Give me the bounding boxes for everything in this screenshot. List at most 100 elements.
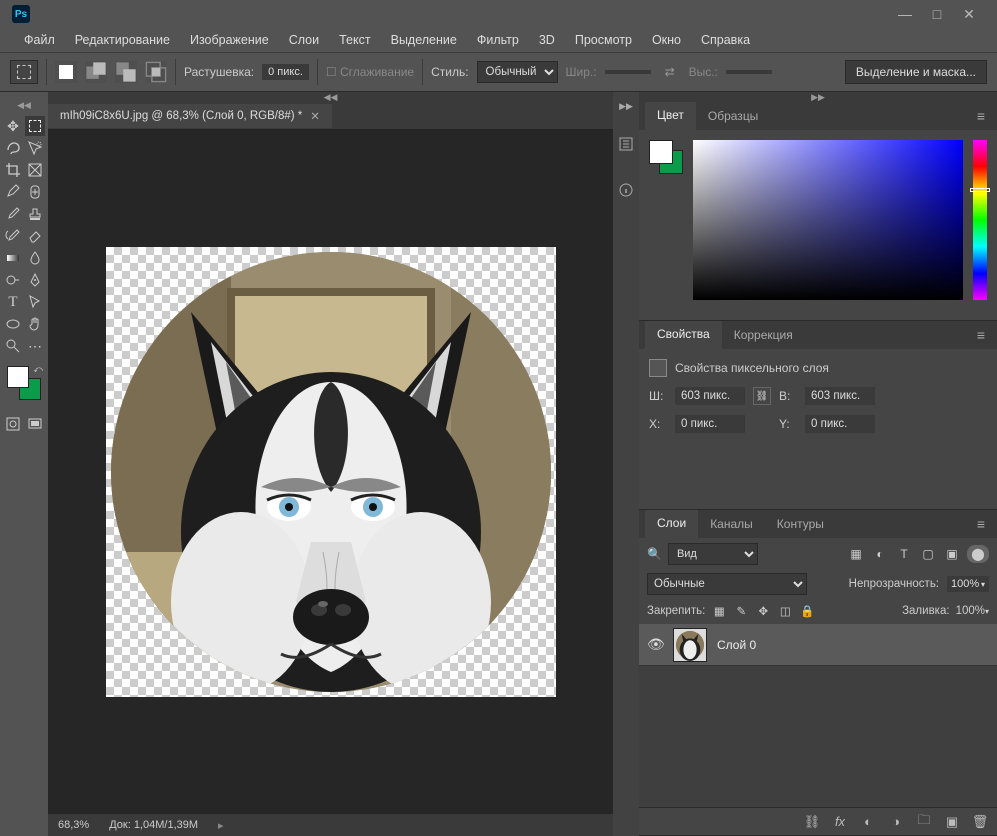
- menu-3d[interactable]: 3D: [529, 30, 565, 50]
- close-button[interactable]: ✕: [953, 2, 985, 26]
- filter-toggle-icon[interactable]: ⬤: [967, 545, 989, 563]
- menu-filter[interactable]: Фильтр: [467, 30, 529, 50]
- layer-name[interactable]: Слой 0: [717, 638, 756, 652]
- link-wh-icon[interactable]: ⛓: [753, 387, 771, 405]
- color-swatch[interactable]: ⤺: [7, 366, 41, 400]
- move-tool-icon[interactable]: ✥: [3, 116, 23, 136]
- feather-input[interactable]: 0 пикс.: [262, 64, 309, 80]
- tab-adjustments[interactable]: Коррекция: [722, 322, 805, 348]
- menu-text[interactable]: Текст: [329, 30, 380, 50]
- link-layers-icon[interactable]: ⛓: [803, 814, 821, 830]
- panel-color-swatch[interactable]: [649, 140, 683, 174]
- menu-file[interactable]: Файл: [14, 30, 65, 50]
- swap-colors-icon[interactable]: ⤺: [33, 364, 43, 375]
- lock-artboard-icon[interactable]: ◫: [777, 603, 793, 619]
- layer-thumbnail[interactable]: [673, 628, 707, 662]
- color-picker[interactable]: [693, 140, 963, 300]
- blur-tool-icon[interactable]: [25, 248, 45, 268]
- lock-paint-icon[interactable]: ✎: [733, 603, 749, 619]
- panel-fg-swatch[interactable]: [649, 140, 673, 164]
- path-select-tool-icon[interactable]: [25, 292, 45, 312]
- current-tool-icon[interactable]: [10, 60, 38, 84]
- tab-channels[interactable]: Каналы: [698, 511, 765, 537]
- filter-adjust-icon[interactable]: ◐: [871, 545, 889, 563]
- pen-tool-icon[interactable]: [25, 270, 45, 290]
- history-panel-icon[interactable]: [616, 134, 636, 154]
- artboard[interactable]: [106, 247, 556, 697]
- blend-mode-select[interactable]: Обычные: [647, 573, 807, 595]
- layer-group-icon[interactable]: 🗀: [915, 811, 933, 833]
- doctab-collapse-icon[interactable]: ◀◀: [48, 92, 613, 102]
- lock-position-icon[interactable]: ✥: [755, 603, 771, 619]
- prop-w-input[interactable]: 603 пикс.: [675, 387, 745, 405]
- marquee-tool-icon[interactable]: [25, 116, 45, 136]
- layer-visibility-icon[interactable]: 👁: [647, 636, 663, 653]
- dodge-tool-icon[interactable]: [3, 270, 23, 290]
- menu-image[interactable]: Изображение: [180, 30, 279, 50]
- eyedropper-tool-icon[interactable]: [3, 182, 23, 202]
- doc-size[interactable]: Док: 1,04M/1,39M: [109, 819, 198, 831]
- stamp-tool-icon[interactable]: [25, 204, 45, 224]
- tab-swatches[interactable]: Образцы: [696, 103, 770, 129]
- menu-help[interactable]: Справка: [691, 30, 760, 50]
- panels-collapse-icon[interactable]: ▶▶: [639, 92, 997, 102]
- strip-expand-icon[interactable]: ▶▶: [616, 96, 636, 116]
- foreground-color-swatch[interactable]: [7, 366, 29, 388]
- info-panel-icon[interactable]: [616, 180, 636, 200]
- close-tab-icon[interactable]: ✕: [310, 109, 320, 123]
- layer-item[interactable]: 👁 Слой 0: [639, 624, 997, 666]
- selection-add-icon[interactable]: [85, 61, 107, 83]
- tab-layers[interactable]: Слои: [645, 510, 698, 538]
- screenmode-icon[interactable]: [25, 414, 45, 434]
- selection-intersect-icon[interactable]: [145, 61, 167, 83]
- filter-pixel-icon[interactable]: ▦: [847, 545, 865, 563]
- frame-tool-icon[interactable]: [25, 160, 45, 180]
- shape-tool-icon[interactable]: [3, 314, 23, 334]
- maximize-button[interactable]: □: [921, 2, 953, 26]
- adjustment-layer-icon[interactable]: ◑: [887, 814, 905, 829]
- quickmask-icon[interactable]: [3, 414, 23, 434]
- history-brush-tool-icon[interactable]: [3, 226, 23, 246]
- lasso-tool-icon[interactable]: [3, 138, 23, 158]
- filter-shape-icon[interactable]: ▢: [919, 545, 937, 563]
- layer-filter-select[interactable]: Вид: [668, 543, 758, 565]
- tab-paths[interactable]: Контуры: [765, 511, 836, 537]
- hue-slider[interactable]: [973, 140, 987, 300]
- color-panel-menu-icon[interactable]: ≡: [971, 108, 991, 124]
- tab-properties[interactable]: Свойства: [645, 321, 722, 349]
- toolbar-collapse-icon[interactable]: ◀◀: [9, 100, 39, 110]
- menu-select[interactable]: Выделение: [381, 30, 467, 50]
- filter-type-icon[interactable]: T: [895, 545, 913, 563]
- crop-tool-icon[interactable]: [3, 160, 23, 180]
- opacity-input[interactable]: 100%▾: [947, 576, 989, 592]
- eraser-tool-icon[interactable]: [25, 226, 45, 246]
- layer-fx-icon[interactable]: fx: [831, 814, 849, 829]
- tab-color[interactable]: Цвет: [645, 102, 696, 130]
- filter-smart-icon[interactable]: ▣: [943, 545, 961, 563]
- prop-h-input[interactable]: 603 пикс.: [805, 387, 875, 405]
- lock-pixels-icon[interactable]: ▦: [711, 603, 727, 619]
- layers-panel-menu-icon[interactable]: ≡: [971, 516, 991, 532]
- prop-x-input[interactable]: 0 пикс.: [675, 415, 745, 433]
- menu-layers[interactable]: Слои: [279, 30, 329, 50]
- delete-layer-icon[interactable]: 🗑: [971, 814, 989, 830]
- gradient-tool-icon[interactable]: [3, 248, 23, 268]
- zoom-tool-icon[interactable]: [3, 336, 23, 356]
- hand-tool-icon[interactable]: [25, 314, 45, 334]
- minimize-button[interactable]: —: [889, 2, 921, 26]
- properties-panel-menu-icon[interactable]: ≡: [971, 327, 991, 343]
- quick-select-tool-icon[interactable]: [25, 138, 45, 158]
- menu-edit[interactable]: Редактирование: [65, 30, 180, 50]
- healing-tool-icon[interactable]: [25, 182, 45, 202]
- selection-new-icon[interactable]: [55, 61, 77, 83]
- layer-mask-icon[interactable]: ◐: [859, 814, 877, 829]
- select-and-mask-button[interactable]: Выделение и маска...: [845, 60, 987, 84]
- type-tool-icon[interactable]: T: [3, 292, 23, 312]
- canvas-view[interactable]: [48, 130, 613, 814]
- fill-input[interactable]: 100%▾: [956, 605, 989, 617]
- menu-window[interactable]: Окно: [642, 30, 691, 50]
- menu-view[interactable]: Просмотр: [565, 30, 642, 50]
- style-select[interactable]: Обычный: [477, 61, 558, 83]
- document-tab[interactable]: mIh09iC8x6U.jpg @ 68,3% (Слой 0, RGB/8#)…: [48, 104, 332, 128]
- prop-y-input[interactable]: 0 пикс.: [805, 415, 875, 433]
